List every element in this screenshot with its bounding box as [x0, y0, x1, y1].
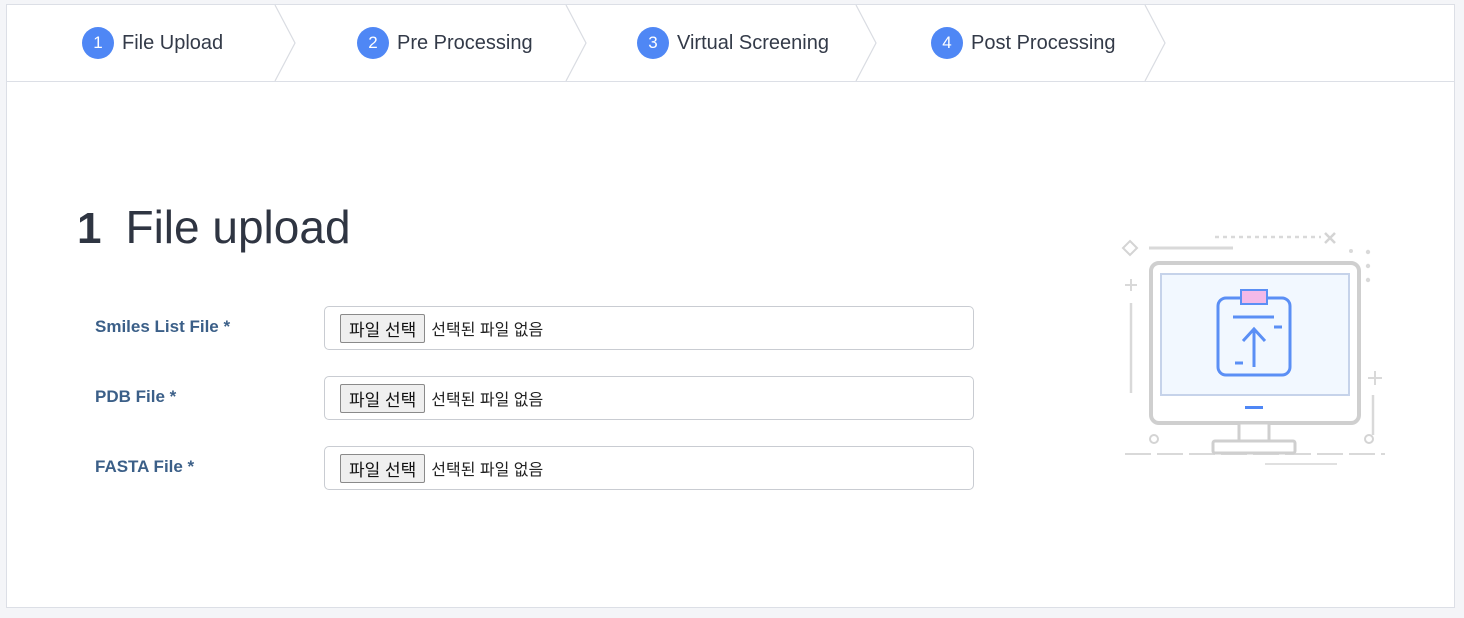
upload-card: 1 File Upload 2 Pre Processing 3 Virtual…: [6, 4, 1455, 608]
step-number-badge: 2: [357, 27, 389, 59]
step-post-processing[interactable]: 4 Post Processing: [931, 5, 1116, 81]
choose-file-button[interactable]: 파일 선택: [340, 453, 426, 483]
smiles-file-input[interactable]: 파일 선택 선택된 파일 없음: [324, 306, 974, 350]
step-file-upload[interactable]: 1 File Upload: [82, 5, 223, 81]
section-number: 1: [77, 204, 102, 253]
pdb-file-label: PDB File *: [95, 387, 177, 406]
smiles-file-label: Smiles List File *: [95, 317, 231, 336]
step-number-badge: 1: [82, 27, 114, 59]
step-label: Post Processing: [971, 31, 1116, 54]
step-number-badge: 3: [637, 27, 669, 59]
step-label: Virtual Screening: [677, 31, 829, 54]
chevron-right-icon: [565, 5, 587, 81]
chevron-right-icon: [1144, 5, 1166, 81]
step-pre-processing[interactable]: 2 Pre Processing: [357, 5, 533, 81]
page-title: 1 File upload: [77, 200, 351, 254]
choose-file-button[interactable]: 파일 선택: [340, 313, 426, 343]
choose-file-button[interactable]: 파일 선택: [340, 383, 426, 413]
step-number-badge: 4: [931, 27, 963, 59]
section-title: File upload: [125, 201, 351, 253]
computer-upload-illustration-icon: [1121, 232, 1385, 465]
pdb-file-input[interactable]: 파일 선택 선택된 파일 없음: [324, 376, 974, 420]
step-label: Pre Processing: [397, 31, 533, 54]
chevron-right-icon: [274, 5, 296, 81]
step-label: File Upload: [122, 31, 224, 54]
step-virtual-screening[interactable]: 3 Virtual Screening: [637, 5, 829, 81]
fasta-file-label: FASTA File *: [95, 457, 195, 476]
chevron-right-icon: [855, 5, 877, 81]
file-status-text: 선택된 파일 없음: [431, 322, 544, 339]
wizard-stepper: 1 File Upload 2 Pre Processing 3 Virtual…: [7, 5, 1454, 82]
file-status-text: 선택된 파일 없음: [431, 462, 544, 479]
file-status-text: 선택된 파일 없음: [431, 392, 544, 409]
page-footer-strip: [0, 608, 1464, 618]
fasta-file-input[interactable]: 파일 선택 선택된 파일 없음: [324, 446, 974, 490]
